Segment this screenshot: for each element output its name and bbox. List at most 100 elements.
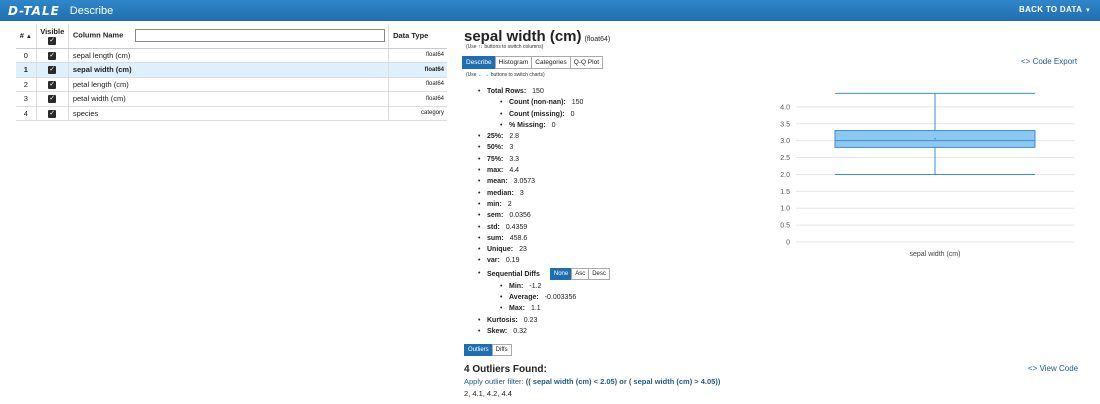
sequential-diffs-sort-group: None Asc Desc [549,267,610,280]
stat-value: 2 [507,200,512,208]
row-visible-cell: ✓ [36,91,69,107]
stat-value: 458.6 [509,234,528,242]
view-code-link[interactable]: <> View Code [1028,364,1078,373]
stat-label: max: [487,167,504,175]
stat-max: max: 4.4 [478,165,609,177]
stat-value: 0.32 [513,328,527,336]
table-row-selected[interactable]: 1 ✓ sepal width (cm) float64 [16,62,447,78]
stat-label: Count (missing): [509,110,565,118]
detail-tabs: Describe Histogram Categories Q-Q Plot [462,56,604,69]
tab-diffs[interactable]: Diffs [491,344,512,356]
switch-charts-hint: (Use ← → buttons to switch charts) [466,72,545,78]
y-tick-label: 1.0 [780,206,790,213]
stat-label: Max: [509,305,525,313]
dtale-logo[interactable]: D-TALE [8,4,60,18]
column-name-filter-input[interactable] [135,29,386,43]
table-row[interactable]: 0 ✓ sepal length (cm) float64 [16,48,447,63]
stat-label: 75%: [487,155,504,163]
describe-stats-list: Total Rows: 150 Count (non-nan): 150 Count… [478,86,610,338]
column-name-header-label: Column Name [72,30,124,40]
stat-seq-average: Average: -0.003356 [478,292,609,304]
stat-sum: sum: 458.6 [478,233,609,245]
row-column-name[interactable]: petal length (cm) [68,77,390,92]
table-row[interactable]: 2 ✓ petal length (cm) float64 [16,77,447,92]
stat-value: 2.8 [509,133,520,141]
stat-value: 0.4359 [505,223,528,231]
y-tick-label: 0 [786,240,790,247]
stat-seq-max: Max: 1.1 [478,303,609,315]
stat-p75: 75%: 3.3 [478,154,609,166]
apply-outlier-filter-link[interactable]: Apply outlier filter: (( sepal width (cm… [464,377,720,386]
y-tick-label: 2.0 [780,172,790,179]
seq-sort-asc-button[interactable]: Asc [571,267,590,280]
row-visible-checkbox[interactable]: ✓ [48,80,57,89]
stat-skew: Skew: 0.32 [478,326,609,338]
index-header[interactable]: # ▲ [16,24,37,49]
y-tick-label: 4.0 [780,104,790,111]
stat-label: Sequential Diffs [487,270,540,278]
stat-value: 150 [571,99,584,107]
row-column-name[interactable]: sepal length (cm) [68,48,390,63]
stat-kurtosis: Kurtosis: 0.23 [478,315,609,327]
back-to-data-label: BACK TO DATA [1019,5,1083,14]
row-visible-checkbox[interactable]: ✓ [48,51,57,60]
stat-label: var: [487,257,500,265]
stat-median: median: 3 [478,188,609,200]
row-column-name[interactable]: sepal width (cm) [68,62,390,78]
stat-p50: 50%: 3 [478,142,609,154]
y-tick-label: 2.5 [780,155,790,162]
row-data-type: float64 [388,62,447,78]
row-visible-checkbox[interactable]: ✓ [48,109,57,118]
y-tick-label: 0.5 [780,223,790,230]
stat-label: % Missing: [509,121,546,129]
stat-value: 0.0356 [509,212,531,220]
stat-label: sem: [487,212,504,220]
switch-columns-hint: (Use ↑↓ buttons to switch columns) [466,44,544,50]
visible-all-checkbox[interactable]: ✓ [48,36,57,45]
tab-qq-plot[interactable]: Q-Q Plot [569,56,604,69]
row-index: 0 [16,48,37,63]
stat-unique: Unique: 23 [478,244,609,256]
visible-header: Visible ✓ [36,24,69,49]
stat-label: Skew: [487,328,508,336]
columns-table: # ▲ Visible ✓ Column Name Data Type 0 ✓ se… [16,24,447,121]
row-visible-cell: ✓ [36,62,69,78]
box-plot-svg: 0 0.5 1.0 1.5 2.0 2.5 3.0 3.5 4.0 sepal width (cm… [780,92,1074,258]
stat-label: Kurtosis: [487,316,518,324]
tab-outliers[interactable]: Outliers [464,344,493,356]
stat-label: 50%: [487,144,504,152]
stat-total-rows: Total Rows: 150 [478,86,609,98]
table-row[interactable]: 3 ✓ petal width (cm) float64 [16,91,447,107]
stat-label: Unique: [487,246,514,254]
stat-label: mean: [487,178,508,186]
seq-sort-desc-button[interactable]: Desc [588,267,610,280]
x-axis-label: sepal width (cm) [910,251,961,258]
stat-value: -0.003356 [544,294,577,302]
tab-describe[interactable]: Describe [462,56,496,69]
tab-categories[interactable]: Categories [531,56,571,69]
outlier-filter-prefix: Apply outlier filter: [464,377,526,386]
outlier-tabs: Outliers Diffs [464,344,512,356]
stat-count: Count (non-nan): 150 [478,97,609,109]
y-tick-label: 3.0 [780,138,790,145]
columns-table-header: # ▲ Visible ✓ Column Name Data Type [16,24,447,49]
row-index: 4 [16,106,37,121]
row-column-name[interactable]: petal width (cm) [68,91,390,107]
stat-label: 25%: [487,133,504,141]
row-visible-checkbox[interactable]: ✓ [48,95,57,104]
top-navbar: D-TALE Describe BACK TO DATA ▾ [0,0,1100,21]
seq-sort-none-button[interactable]: None [549,267,573,280]
code-export-link[interactable]: <> Code Export [1021,57,1077,66]
row-visible-checkbox[interactable]: ✓ [48,66,57,75]
back-to-data-button[interactable]: BACK TO DATA ▾ [1019,5,1090,14]
table-row[interactable]: 4 ✓ species category [16,106,447,121]
chevron-down-icon: ▾ [1086,7,1090,14]
page-title: Describe [69,4,114,17]
detail-column-name: sepal width (cm) [464,28,582,45]
row-column-name[interactable]: species [68,106,390,121]
tab-histogram[interactable]: Histogram [494,56,533,69]
row-index: 1 [16,62,37,78]
stat-label: Average: [509,294,539,302]
stat-value: 0.19 [505,257,520,265]
visible-header-label: Visible [40,26,65,36]
